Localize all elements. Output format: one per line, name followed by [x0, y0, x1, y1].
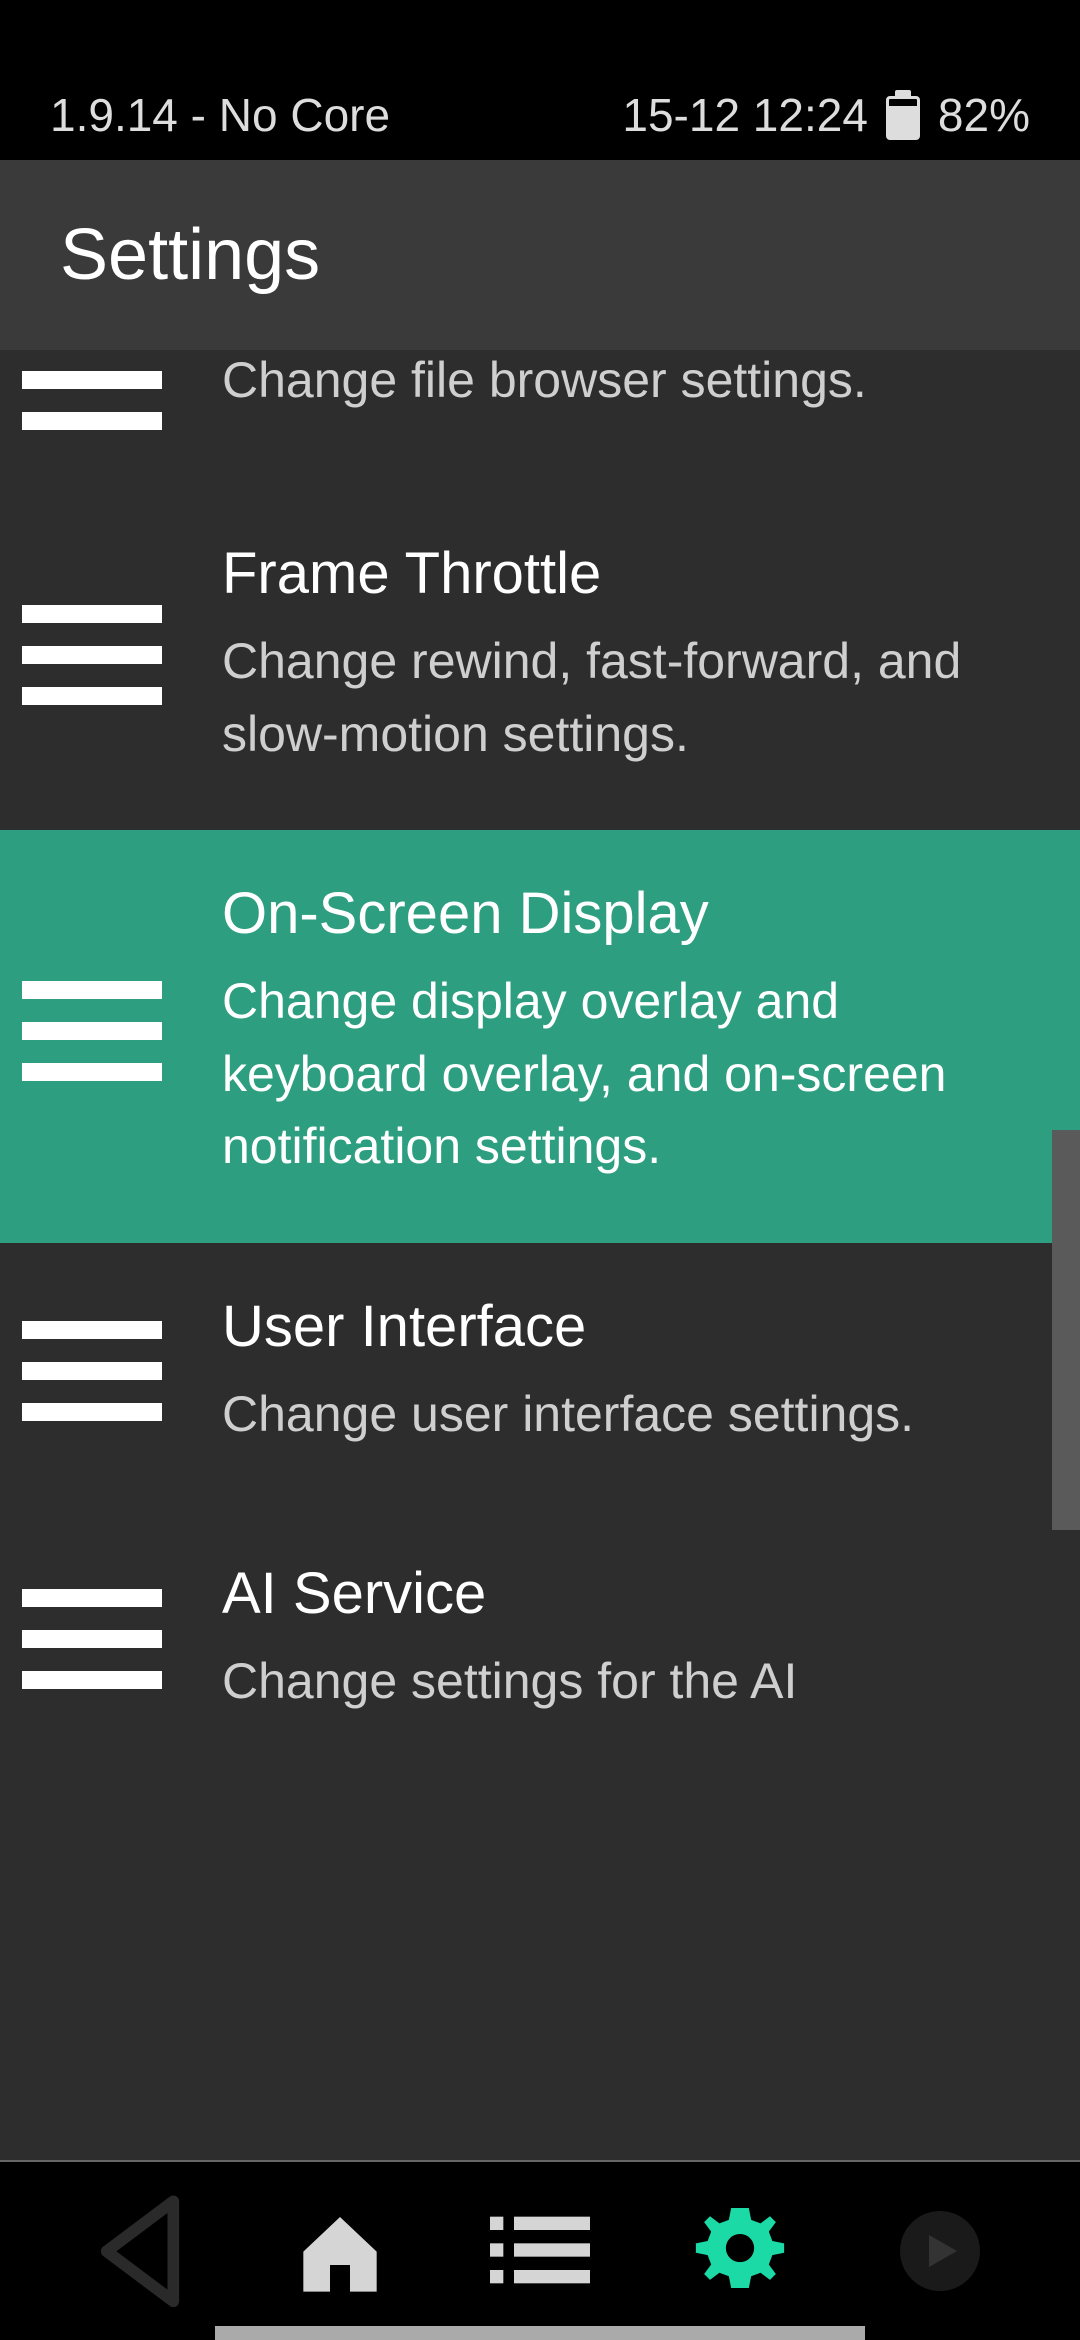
hamburger-icon [22, 350, 162, 430]
play-icon [927, 2233, 959, 2269]
hamburger-icon [22, 1589, 162, 1689]
status-bar: 1.9.14 - No Core 15-12 12:24 82% [0, 0, 1080, 160]
item-title: AI Service [222, 1560, 980, 1627]
scrollbar[interactable] [1052, 1130, 1080, 1530]
gear-icon [690, 2201, 790, 2301]
back-icon [90, 2193, 190, 2310]
item-subtitle: Change rewind, fast-forward, and slow-mo… [222, 625, 980, 770]
hamburger-icon [22, 1321, 162, 1421]
item-title: User Interface [222, 1293, 980, 1360]
list-item-user-interface[interactable]: User Interface Change user interface set… [0, 1243, 1080, 1511]
item-title: Frame Throttle [222, 540, 980, 607]
list-item-on-screen-display[interactable]: On-Screen Display Change display overlay… [0, 830, 1080, 1243]
nav-list-button[interactable] [490, 2201, 590, 2301]
nav-back-button[interactable] [90, 2201, 190, 2301]
bottom-navbar [0, 2160, 1080, 2340]
list-item-frame-throttle[interactable]: Frame Throttle Change rewind, fast-forwa… [0, 490, 1080, 830]
battery-icon [886, 90, 920, 140]
item-subtitle: Change file browser settings. [222, 350, 980, 416]
list-item-ai-service[interactable]: AI Service Change settings for the AI [0, 1510, 1080, 1778]
nav-home-button[interactable] [290, 2201, 390, 2301]
item-subtitle: Change settings for the AI [222, 1645, 980, 1718]
item-subtitle: Change display overlay and keyboard over… [222, 965, 980, 1183]
status-battery: 82% [938, 88, 1030, 142]
header: Settings [0, 160, 1080, 350]
item-subtitle: Change user interface settings. [222, 1378, 980, 1451]
status-time: 15-12 12:24 [622, 88, 868, 142]
nav-play-button[interactable] [890, 2201, 990, 2301]
hamburger-icon [22, 981, 162, 1081]
page-title: Settings [60, 214, 320, 296]
home-icon [290, 2201, 390, 2301]
item-title: On-Screen Display [222, 880, 980, 947]
settings-list[interactable]: Change file browser settings. Frame Thro… [0, 350, 1080, 2160]
nav-settings-button[interactable] [690, 2201, 790, 2301]
status-version: 1.9.14 - No Core [50, 88, 390, 142]
nav-indicator [215, 2326, 865, 2340]
hamburger-icon [22, 605, 162, 705]
status-right: 15-12 12:24 82% [622, 88, 1030, 142]
list-icon [490, 2214, 590, 2287]
list-item-file-browser[interactable]: Change file browser settings. [0, 350, 1080, 490]
